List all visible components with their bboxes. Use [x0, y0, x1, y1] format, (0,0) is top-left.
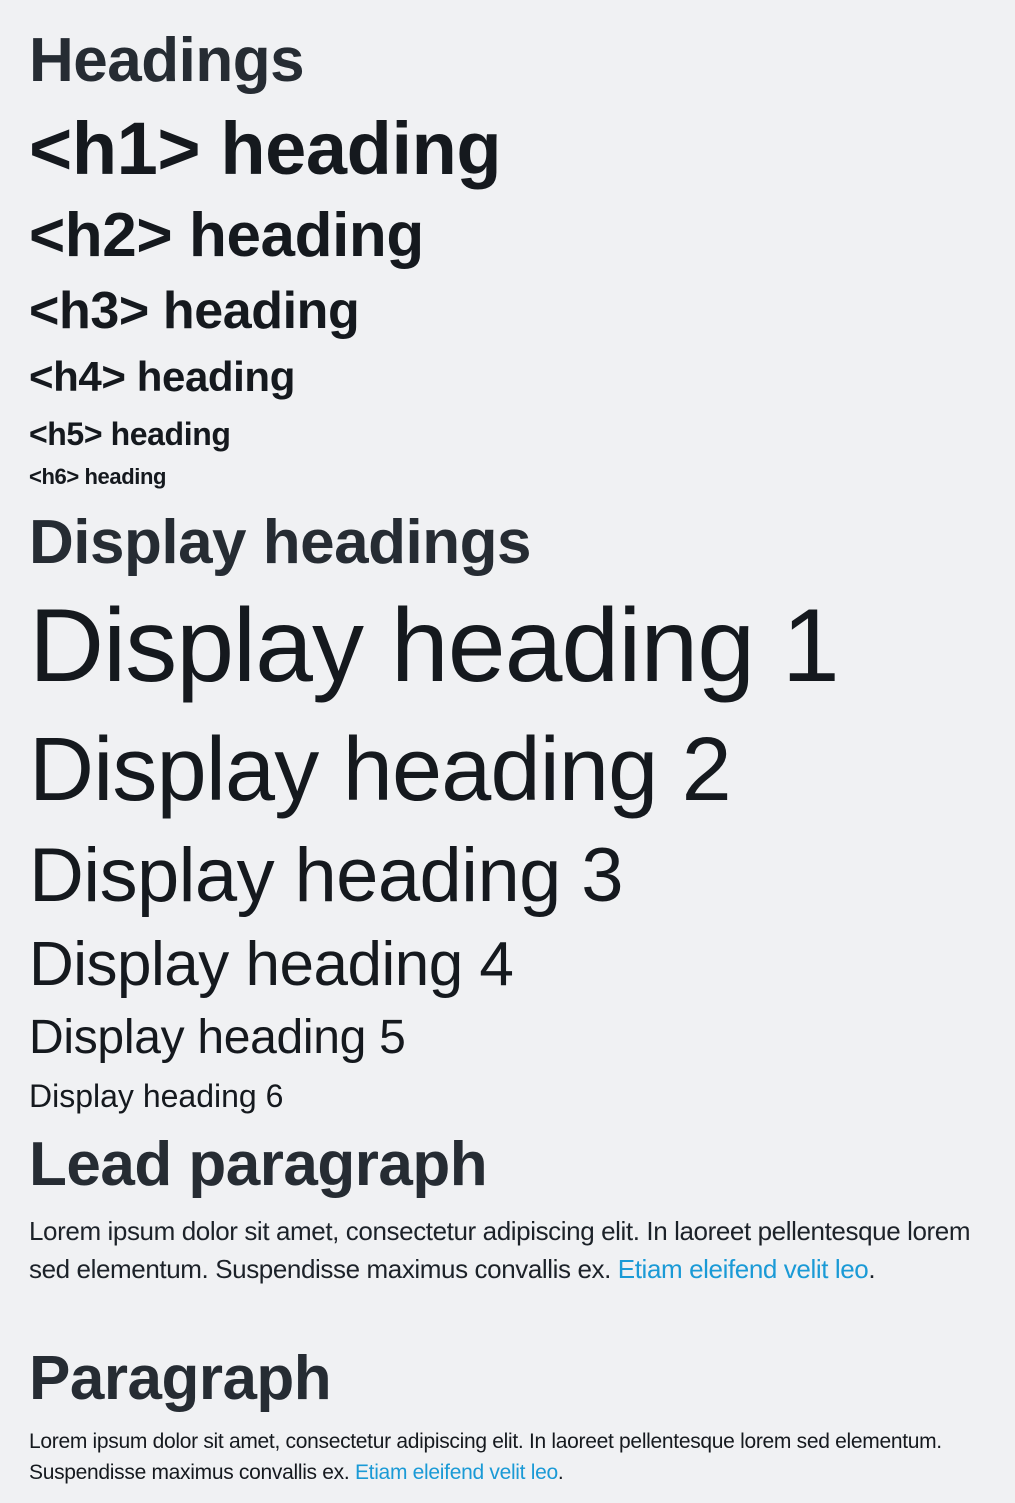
body-paragraph-link[interactable]: Etiam eleifend velit leo [355, 1461, 558, 1484]
display-heading-3: Display heading 3 [29, 833, 624, 918]
lead-paragraph-end: . [868, 1254, 876, 1284]
h1-heading: <h1> heading [29, 107, 502, 190]
body-paragraph-end: . [557, 1461, 564, 1484]
h5-heading: <h5> heading [29, 416, 231, 452]
lead-paragraph-link[interactable]: Etiam eleifend velit leo [618, 1254, 869, 1284]
lead-paragraph: Lorem ipsum dolor sit amet, consectetur … [29, 1212, 979, 1288]
display-heading-4: Display heading 4 [29, 930, 514, 999]
h4-heading: <h4> heading [29, 353, 295, 400]
lead-section-title: Lead paragraph [29, 1130, 488, 1199]
h2-heading: <h2> heading [29, 201, 424, 270]
body-paragraph: Lorem ipsum dolor sit amet, consectetur … [29, 1426, 994, 1488]
h3-heading: <h3> heading [29, 282, 360, 340]
display-heading-5: Display heading 5 [29, 1011, 406, 1064]
display-heading-2: Display heading 2 [29, 720, 732, 820]
display-heading-1: Display heading 1 [29, 588, 840, 704]
h6-heading: <h6> heading [29, 464, 167, 489]
display-section-title: Display headings [29, 508, 531, 577]
paragraph-section-title: Paragraph [29, 1344, 332, 1413]
display-heading-6: Display heading 6 [29, 1078, 284, 1114]
headings-section-title: Headings [29, 26, 305, 95]
